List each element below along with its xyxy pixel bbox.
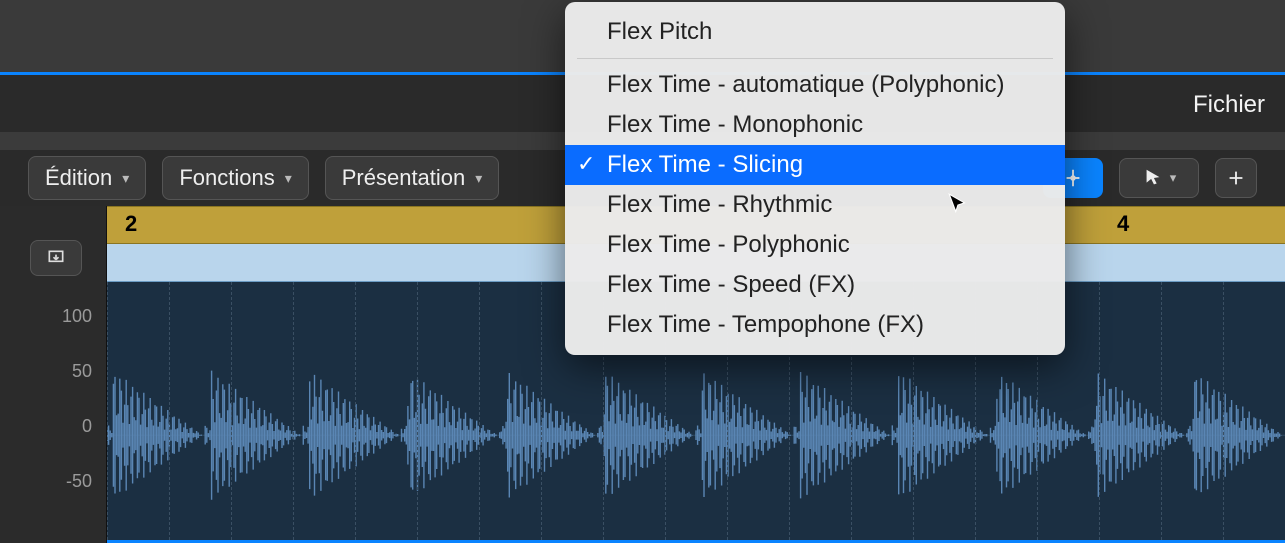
flex-time-option[interactable]: Flex Time - Monophonic: [565, 105, 1065, 145]
functions-menu-button[interactable]: Fonctions ▾: [162, 156, 308, 200]
option-label: Flex Time - Tempophone (FX): [607, 311, 924, 338]
gridline: [169, 282, 170, 540]
download-icon: [45, 248, 67, 268]
dropdown-separator: [577, 58, 1053, 59]
track-sidebar: 100 50 0 -50: [0, 206, 107, 543]
edit-menu-label: Édition: [45, 165, 112, 191]
amp-label: -50: [12, 471, 92, 492]
chevron-down-icon: ▾: [1170, 170, 1177, 186]
gridline: [293, 282, 294, 540]
chevron-down-icon: ▾: [122, 170, 129, 187]
flex-icon: [1062, 167, 1084, 189]
option-label: Flex Time - Speed (FX): [607, 271, 855, 298]
option-label: Flex Time - Monophonic: [607, 111, 863, 138]
functions-menu-label: Fonctions: [179, 165, 274, 191]
option-label: Flex Time - Polyphonic: [607, 231, 850, 258]
flex-time-option[interactable]: Flex Time - Polyphonic: [565, 225, 1065, 265]
flex-time-option[interactable]: Flex Time - automatique (Polyphonic): [565, 65, 1065, 105]
option-label: Flex Pitch: [607, 18, 712, 45]
option-label: Flex Time - automatique (Polyphonic): [607, 71, 1005, 98]
edit-menu-button[interactable]: Édition ▾: [28, 156, 146, 200]
option-label: Flex Time - Slicing: [607, 151, 803, 178]
catch-playhead-button[interactable]: [30, 240, 82, 276]
flex-mode-dropdown: Flex Pitch Flex Time - automatique (Poly…: [565, 2, 1065, 355]
add-button[interactable]: [1215, 158, 1257, 198]
gridline: [231, 282, 232, 540]
chevron-down-icon: ▾: [475, 170, 482, 187]
amp-label: 50: [12, 361, 92, 382]
gridline: [1099, 282, 1100, 540]
bar-number: 4: [1117, 211, 1129, 237]
presentation-menu-button[interactable]: Présentation ▾: [325, 156, 500, 200]
tab-fichier[interactable]: Fichier: [1193, 85, 1265, 125]
flex-time-option-selected[interactable]: ✓ Flex Time - Slicing: [565, 145, 1065, 185]
app-root: { "tabs": { "right_label": "Fichier" }, …: [0, 0, 1285, 543]
gridline: [417, 282, 418, 540]
option-label: Flex Time - Rhythmic: [607, 191, 832, 218]
flex-time-option[interactable]: Flex Time - Tempophone (FX): [565, 305, 1065, 345]
gridline: [355, 282, 356, 540]
gridline: [107, 282, 108, 540]
amp-label: 100: [12, 306, 92, 327]
pointer-tool-icon: [1142, 167, 1164, 189]
presentation-menu-label: Présentation: [342, 165, 466, 191]
amp-label: 0: [12, 416, 92, 437]
flex-pitch-option[interactable]: Flex Pitch: [565, 12, 1065, 52]
tab-label: Fichier: [1193, 91, 1265, 119]
gridline: [1161, 282, 1162, 540]
bar-number: 2: [125, 211, 137, 237]
flex-time-option[interactable]: Flex Time - Speed (FX): [565, 265, 1065, 305]
plus-icon: [1225, 167, 1247, 189]
pointer-tool-button[interactable]: ▾: [1119, 158, 1199, 198]
flex-time-option[interactable]: Flex Time - Rhythmic: [565, 185, 1065, 225]
gridline: [541, 282, 542, 540]
gridline: [479, 282, 480, 540]
chevron-down-icon: ▾: [285, 170, 292, 187]
gridline: [1223, 282, 1224, 540]
check-icon: ✓: [577, 151, 595, 177]
